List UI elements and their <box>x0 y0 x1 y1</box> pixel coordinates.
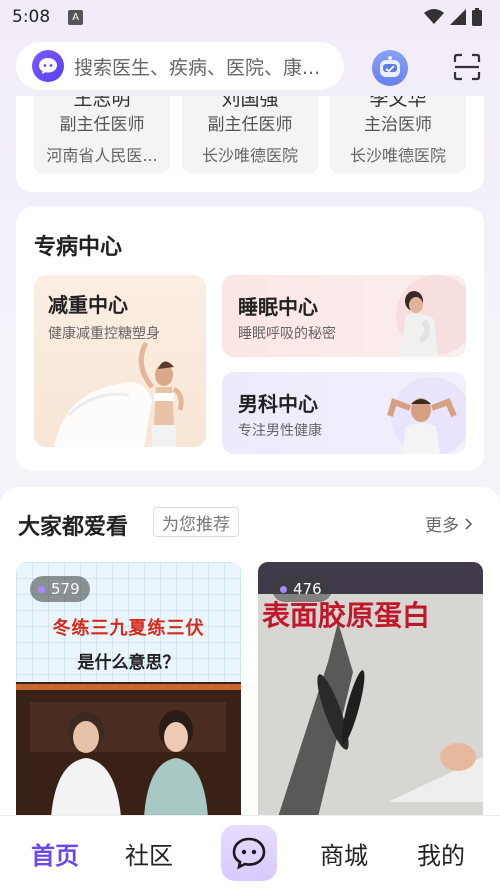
chat-bubble-icon <box>32 50 64 82</box>
fitness-woman-illustration <box>54 341 184 447</box>
nav-community[interactable]: 社区 <box>125 836 173 871</box>
doctor-hospital: 河南省人民医... <box>46 146 158 165</box>
doctor-title: 副主任医师 <box>59 115 145 135</box>
tile-title: 男科中心 <box>238 392 318 416</box>
view-count-badge: 579 <box>30 576 90 602</box>
doctors-card: 王志明 副主任医师 河南省人民医... 刘国强 副主任医师 长沙唯德医院 李文华… <box>16 96 484 192</box>
status-icons <box>424 8 482 26</box>
doctor-title: 副主任医师 <box>207 115 293 135</box>
video-card[interactable]: 表面胶原蛋白 476 <box>258 562 483 817</box>
search-input[interactable]: 搜索医生、疾病、医院、康... <box>16 42 344 90</box>
nav-chat-button[interactable] <box>221 825 277 881</box>
sleeping-woman-illustration <box>396 275 466 357</box>
view-count: 476 <box>293 580 322 598</box>
search-placeholder: 搜索医生、疾病、医院、康... <box>74 56 321 79</box>
video-caption: 冬练三九夏练三伏 <box>52 618 205 639</box>
doctor-hospital: 长沙唯德医院 <box>349 146 446 165</box>
play-count-icon <box>38 585 45 593</box>
status-bar: 5:08 A <box>0 0 500 34</box>
view-count: 579 <box>51 580 80 598</box>
tile-title: 睡眠中心 <box>238 295 318 319</box>
special-center-card: 专病中心 减重中心 健康减重控糖塑身 睡眠中心 睡眠呼吸的秘密 男科中心 专注男 <box>16 207 484 471</box>
video-caption: 是什么意思？ <box>77 653 180 673</box>
doctor-item[interactable]: 李文华 主治医师 长沙唯德医院 <box>330 96 466 174</box>
wifi-icon <box>424 9 444 24</box>
doctor-name: 刘国强 <box>221 96 279 110</box>
notification-icon: A <box>68 9 84 25</box>
male-center-tile[interactable]: 男科中心 专注男性健康 <box>222 372 466 454</box>
chat-bubble-icon <box>232 837 266 870</box>
more-link[interactable]: 更多 <box>425 511 473 536</box>
nav-home[interactable]: 首页 <box>31 836 79 871</box>
video-card[interactable]: 冬练三九夏练三伏 是什么意思？ 579 <box>16 562 241 817</box>
scan-button[interactable] <box>452 52 482 82</box>
section-title: 大家都爱看 <box>18 515 129 540</box>
doctor-item[interactable]: 王志明 副主任医师 河南省人民医... <box>34 96 170 174</box>
tile-subtitle: 专注男性健康 <box>238 423 322 439</box>
doctor-item[interactable]: 刘国强 副主任医师 长沙唯德医院 <box>182 96 318 174</box>
battery-icon <box>472 8 482 26</box>
recommend-badge: 为您推荐 <box>153 507 239 537</box>
play-count-icon <box>280 585 287 593</box>
nav-mall[interactable]: 商城 <box>320 836 368 871</box>
more-label: 更多 <box>425 516 459 536</box>
nav-mine[interactable]: 我的 <box>417 836 465 871</box>
bottom-nav: 首页 社区 商城 我的 <box>0 815 500 888</box>
doctor-name: 王志明 <box>73 96 131 110</box>
status-time: 5:08 <box>12 7 51 27</box>
doctor-title: 主治医师 <box>364 115 432 135</box>
chevron-right-icon <box>465 517 473 530</box>
view-count-badge: 476 <box>272 576 332 602</box>
scan-icon <box>453 53 481 81</box>
weight-center-tile[interactable]: 减重中心 健康减重控糖塑身 <box>34 275 206 447</box>
assistant-avatar-button[interactable] <box>372 50 408 86</box>
top-bar: 搜索医生、疾病、医院、康... <box>0 40 500 92</box>
sleep-center-tile[interactable]: 睡眠中心 睡眠呼吸的秘密 <box>222 275 466 357</box>
tile-subtitle: 睡眠呼吸的秘密 <box>238 326 336 342</box>
doctor-name: 李文华 <box>369 96 427 110</box>
robot-face-icon <box>380 56 400 77</box>
section-title: 专病中心 <box>34 235 123 260</box>
recommend-section: 大家都爱看 为您推荐 更多 冬练三九夏练三伏 是什么意思？ 579 表面胶原蛋白… <box>0 487 500 817</box>
signal-icon <box>450 9 466 25</box>
doctor-hospital: 长沙唯德医院 <box>201 146 298 165</box>
stressed-man-illustration <box>387 377 466 454</box>
